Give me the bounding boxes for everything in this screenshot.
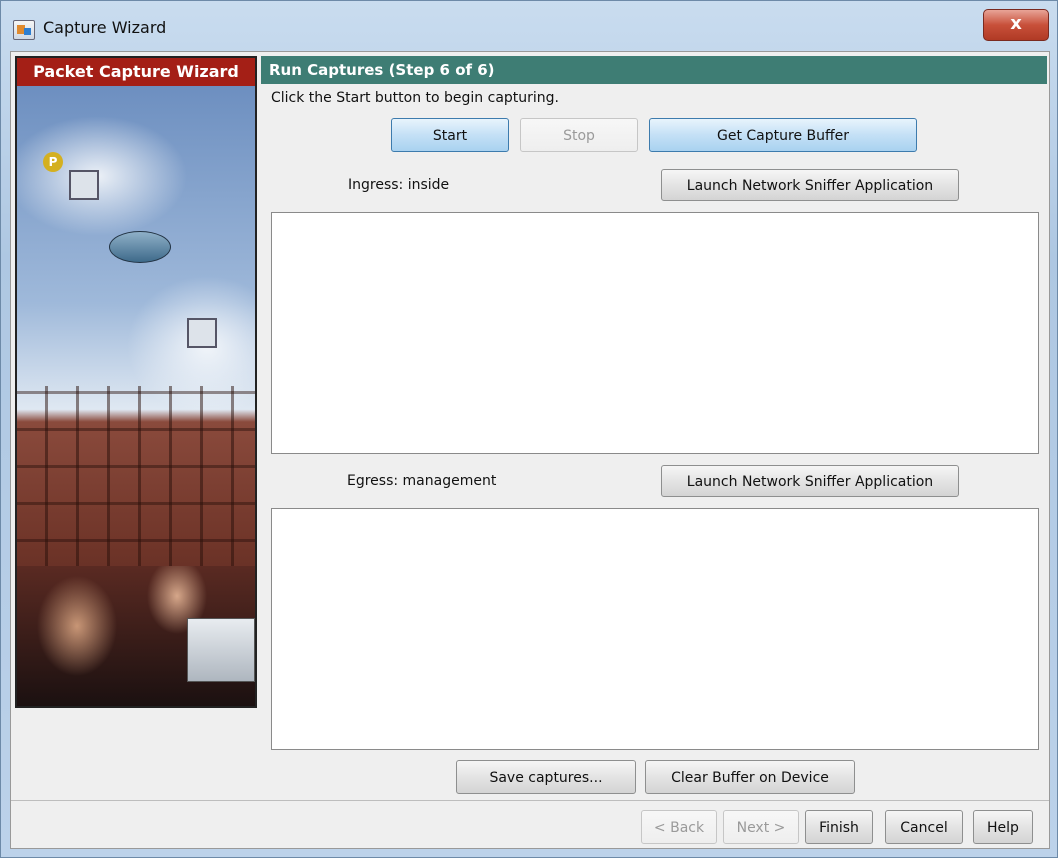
close-button[interactable]: x bbox=[983, 9, 1049, 41]
save-captures-button[interactable]: Save captures... bbox=[456, 760, 636, 794]
title-bar[interactable]: Capture Wizard x bbox=[1, 1, 1057, 51]
next-button[interactable]: Next > bbox=[723, 810, 799, 844]
launch-sniffer-egress-button[interactable]: Launch Network Sniffer Application bbox=[661, 465, 959, 497]
step-instruction: Click the Start button to begin capturin… bbox=[271, 90, 559, 106]
wizard-illustration: P bbox=[17, 86, 255, 706]
side-panel-header: Packet Capture Wizard bbox=[17, 58, 255, 86]
back-button[interactable]: < Back bbox=[641, 810, 717, 844]
capture-wizard-window: Capture Wizard x Packet Capture Wizard P… bbox=[0, 0, 1058, 858]
start-button[interactable]: Start bbox=[391, 118, 509, 152]
network-host-icon bbox=[187, 318, 217, 348]
brick-wall-decoration bbox=[17, 386, 255, 576]
finish-button[interactable]: Finish bbox=[805, 810, 873, 844]
step-header: Run Captures (Step 6 of 6) bbox=[261, 56, 1047, 84]
app-icon bbox=[13, 20, 35, 40]
stop-button[interactable]: Stop bbox=[520, 118, 638, 152]
clear-buffer-button[interactable]: Clear Buffer on Device bbox=[645, 760, 855, 794]
network-switch-icon bbox=[69, 170, 99, 200]
egress-label: Egress: management bbox=[347, 473, 497, 489]
cancel-button[interactable]: Cancel bbox=[885, 810, 963, 844]
ingress-label: Ingress: inside bbox=[348, 177, 450, 193]
network-node-badge: P bbox=[43, 152, 63, 172]
ingress-capture-area[interactable] bbox=[271, 212, 1039, 454]
window-title: Capture Wizard bbox=[43, 18, 167, 37]
wizard-side-panel: Packet Capture Wizard P bbox=[15, 56, 257, 708]
footer-separator bbox=[11, 800, 1049, 801]
launch-sniffer-ingress-button[interactable]: Launch Network Sniffer Application bbox=[661, 169, 959, 201]
router-icon bbox=[109, 231, 171, 263]
wizard-client-area: Packet Capture Wizard P Run Captures (St… bbox=[10, 51, 1050, 849]
computer-monitor-icon bbox=[187, 618, 255, 682]
egress-capture-area[interactable] bbox=[271, 508, 1039, 750]
help-button[interactable]: Help bbox=[973, 810, 1033, 844]
get-capture-buffer-button[interactable]: Get Capture Buffer bbox=[649, 118, 917, 152]
